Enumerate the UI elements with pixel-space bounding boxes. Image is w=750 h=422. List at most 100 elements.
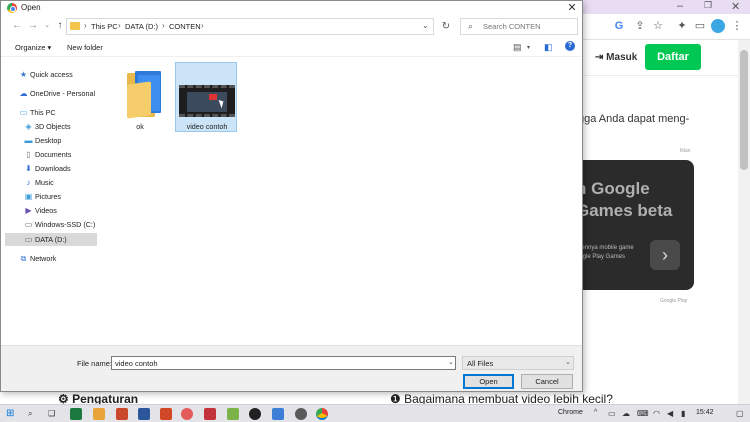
- settings-gear-icon[interactable]: [295, 408, 307, 420]
- file-item-folder[interactable]: ok: [109, 63, 171, 133]
- sidebar-item-network[interactable]: ⧉ Network: [5, 252, 97, 265]
- clock-time[interactable]: 15:42: [696, 409, 714, 416]
- refresh-icon[interactable]: ↻: [437, 18, 455, 35]
- breadcrumb-this-pc[interactable]: This PC: [91, 22, 118, 31]
- up-arrow-icon[interactable]: ↑: [54, 20, 66, 32]
- app-icon[interactable]: [272, 408, 284, 420]
- login-button[interactable]: ⇥ Masuk: [595, 52, 637, 63]
- help-icon[interactable]: ?: [565, 41, 575, 51]
- windows-start-icon[interactable]: ⊞: [6, 408, 14, 419]
- breadcrumb-separator: ›: [84, 21, 87, 30]
- chevron-up-icon[interactable]: ^: [594, 409, 597, 416]
- volume-icon[interactable]: ◀: [667, 409, 673, 418]
- cloud-icon: ☁: [19, 89, 28, 98]
- sidebar-item-music[interactable]: ♪ Music: [5, 176, 97, 189]
- sidebar-item-desktop[interactable]: ▬ Desktop: [5, 134, 97, 147]
- file-type-value: All Files: [467, 359, 494, 368]
- sidebar-item-pictures[interactable]: ▣ Pictures: [5, 190, 97, 203]
- sidebar-item-downloads[interactable]: ⬇ Downloads: [5, 162, 97, 175]
- share-icon[interactable]: ⇪: [634, 20, 646, 32]
- promo-card[interactable]: n Google Games beta erennya mobile game …: [570, 160, 694, 290]
- wifi-icon[interactable]: ◠: [653, 409, 660, 418]
- star-icon[interactable]: ☆: [652, 20, 664, 32]
- file-type-select[interactable]: All Files ⌄: [462, 356, 574, 370]
- new-folder-button[interactable]: New folder: [67, 43, 103, 52]
- chevron-right-icon[interactable]: ›: [650, 240, 680, 270]
- cloud-icon[interactable]: ☁: [622, 409, 630, 418]
- keyboard-icon[interactable]: ⌨: [637, 409, 649, 418]
- scroll-thumb[interactable]: [740, 50, 748, 170]
- sidebar-item-label: Windows-SSD (C:): [35, 220, 96, 229]
- breadcrumb-conten[interactable]: CONTEN: [169, 22, 201, 31]
- recent-dropdown-icon[interactable]: ⌄: [41, 20, 53, 32]
- register-button[interactable]: Daftar: [645, 44, 701, 70]
- page-scrollbar[interactable]: [738, 40, 750, 404]
- breadcrumb-separator: ›: [201, 21, 204, 30]
- minimize-button[interactable]: –: [677, 0, 683, 12]
- picture-icon: ▣: [24, 192, 33, 201]
- preview-pane-icon[interactable]: ◧: [544, 42, 553, 53]
- app-icon[interactable]: [227, 408, 239, 420]
- close-icon[interactable]: ✕: [565, 1, 579, 14]
- extensions-icon[interactable]: ✦: [676, 20, 688, 32]
- promo-caption: Google Play: [660, 298, 688, 304]
- chrome-title-bar: – ❐ ✕: [583, 0, 750, 14]
- breadcrumb-separator: ›: [162, 21, 165, 30]
- sidebar-item-label: Network: [30, 254, 57, 263]
- sidebar-item-documents[interactable]: ▯ Documents: [5, 148, 97, 161]
- app-icon[interactable]: [204, 408, 216, 420]
- breadcrumb-separator: ›: [118, 21, 121, 30]
- window-close-button[interactable]: ✕: [731, 0, 740, 13]
- sidebar-item-this-pc[interactable]: ▭ This PC: [5, 106, 97, 119]
- sidebar-item-onedrive[interactable]: ☁ OneDrive - Personal: [5, 87, 97, 100]
- word-icon[interactable]: [138, 408, 150, 420]
- restore-button[interactable]: ❐: [704, 0, 712, 11]
- address-bar[interactable]: › This PC › DATA (D:) › CONTEN › ⌄: [66, 18, 434, 35]
- search-icon[interactable]: ⌕: [28, 409, 32, 419]
- organize-button[interactable]: Organize ▾: [15, 43, 51, 52]
- sidebar-item-windows-ssd[interactable]: ▭ Windows-SSD (C:): [5, 218, 97, 231]
- battery-status-icon[interactable]: ▮: [681, 409, 685, 418]
- sidebar-item-label: Downloads: [35, 164, 71, 173]
- notification-icon[interactable]: ▢: [736, 409, 744, 418]
- chevron-down-icon[interactable]: ⌄: [422, 21, 429, 30]
- sidebar-item-videos[interactable]: ▶ Videos: [5, 204, 97, 217]
- file-item-video[interactable]: video contoh: [175, 62, 237, 132]
- vlc-icon[interactable]: [93, 408, 105, 420]
- app-icon[interactable]: [181, 408, 193, 420]
- sidebar-item-3d-objects[interactable]: ◈ 3D Objects: [5, 120, 97, 133]
- chrome-taskbar-icon[interactable]: [316, 408, 328, 420]
- battery-icon[interactable]: ▭: [608, 409, 616, 418]
- app-icon[interactable]: [249, 408, 261, 420]
- ad-label: Iklan: [680, 148, 691, 154]
- file-name-value: video contoh: [115, 359, 158, 368]
- google-icon[interactable]: G: [613, 20, 625, 32]
- cancel-button[interactable]: Cancel: [521, 374, 573, 389]
- search-input[interactable]: ⌕ Search CONTEN: [460, 18, 578, 35]
- sidebar-item-label: This PC: [30, 108, 56, 117]
- sidebar-item-label: DATA (D:): [35, 235, 67, 244]
- download-icon: ⬇: [25, 164, 32, 173]
- breadcrumb-data-d[interactable]: DATA (D:): [125, 22, 158, 31]
- back-arrow-icon[interactable]: ←: [11, 20, 23, 32]
- open-button[interactable]: Open: [463, 374, 514, 389]
- music-icon: ♪: [26, 178, 31, 187]
- sidebar-item-quick-access[interactable]: ★ Quick access: [5, 68, 97, 81]
- chevron-down-icon[interactable]: ⌄: [448, 358, 454, 366]
- sidebar-item-data-d[interactable]: ▭ DATA (D:): [5, 233, 97, 246]
- task-view-icon[interactable]: ❑: [48, 409, 55, 418]
- powerpoint-icon[interactable]: [116, 408, 128, 420]
- chevron-down-icon[interactable]: ▾: [527, 44, 530, 51]
- sidebar-item-label: OneDrive - Personal: [30, 89, 96, 98]
- dialog-title: Open: [21, 3, 41, 12]
- promo-title: n Google Games beta: [576, 179, 673, 220]
- forward-arrow-icon[interactable]: →: [27, 20, 39, 32]
- avatar[interactable]: [711, 19, 725, 33]
- menu-icon[interactable]: ⋮: [731, 20, 743, 32]
- app-icon[interactable]: [160, 408, 172, 420]
- tab-search-icon[interactable]: ▭: [694, 20, 706, 32]
- file-name-field[interactable]: video contoh ⌄: [111, 356, 456, 370]
- chrome-icon: [7, 3, 17, 13]
- excel-icon[interactable]: [70, 408, 82, 420]
- view-options-icon[interactable]: ▤: [513, 42, 522, 53]
